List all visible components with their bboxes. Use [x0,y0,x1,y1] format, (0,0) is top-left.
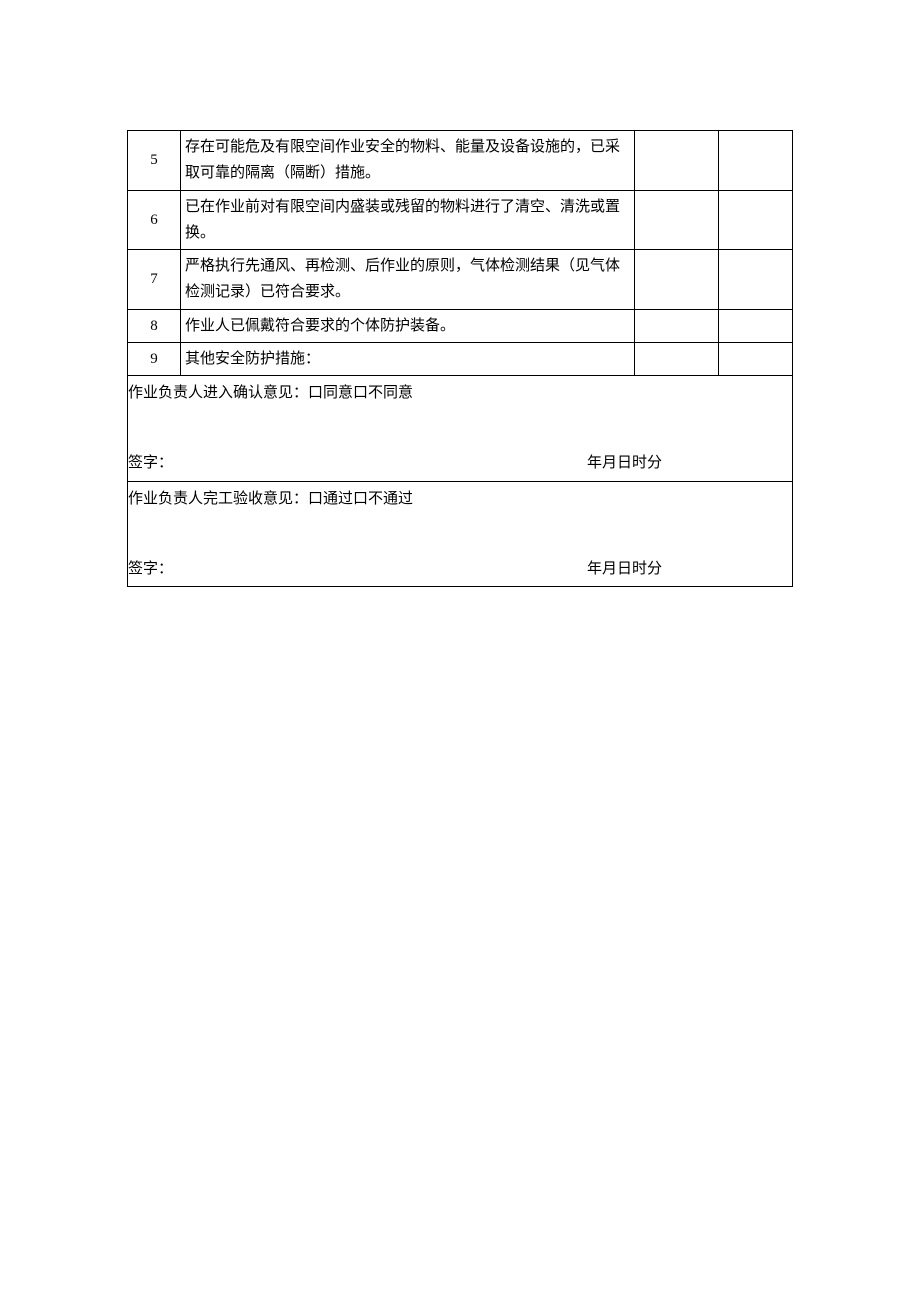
row-check-1 [635,190,719,250]
row-description: 已在作业前对有限空间内盛装或残留的物料进行了清空、清洗或置换。 [181,190,635,250]
row-number: 9 [128,342,181,375]
row-number: 7 [128,250,181,310]
table-row: 9 其他安全防护措施： [128,342,793,375]
row-description: 严格执行先通风、再检测、后作业的原则，气体检测结果（见气体检测记录）已符合要求。 [181,250,635,310]
date-label: 年月日时分 [587,556,662,582]
safety-measures-table: 5 存在可能危及有限空间作业安全的物料、能量及设备设施的，已采取可靠的隔离（隔断… [127,130,793,587]
completion-acceptance-row: 作业负责人完工验收意见：口通过口不通过 签字： 年月日时分 [128,481,793,587]
row-description: 存在可能危及有限空间作业安全的物料、能量及设备设施的，已采取可靠的隔离（隔断）措… [181,131,635,191]
table-row: 6 已在作业前对有限空间内盛装或残留的物料进行了清空、清洗或置换。 [128,190,793,250]
row-description: 作业人已佩戴符合要求的个体防护装备。 [181,309,635,342]
row-description: 其他安全防护措施： [181,342,635,375]
row-check-2 [719,309,793,342]
option-agree: 口同意 [308,385,353,401]
row-check-1 [635,250,719,310]
row-check-1 [635,342,719,375]
table-row: 7 严格执行先通风、再检测、后作业的原则，气体检测结果（见气体检测记录）已符合要… [128,250,793,310]
date-label: 年月日时分 [587,450,662,476]
row-check-2 [719,190,793,250]
row-number: 8 [128,309,181,342]
entry-confirmation-row: 作业负责人进入确认意见：口同意口不同意 签字： 年月日时分 [128,376,793,482]
acceptance-label: 作业负责人完工验收意见： [128,491,308,507]
row-number: 6 [128,190,181,250]
signature-label: 签字： [128,556,173,582]
option-fail: 口不通过 [353,491,413,507]
option-pass: 口通过 [308,491,353,507]
table-row: 5 存在可能危及有限空间作业安全的物料、能量及设备设施的，已采取可靠的隔离（隔断… [128,131,793,191]
row-check-1 [635,131,719,191]
row-check-2 [719,342,793,375]
signature-label: 签字： [128,450,173,476]
table-row: 8 作业人已佩戴符合要求的个体防护装备。 [128,309,793,342]
row-check-2 [719,250,793,310]
row-number: 5 [128,131,181,191]
confirmation-label: 作业负责人进入确认意见： [128,385,308,401]
row-check-1 [635,309,719,342]
option-disagree: 口不同意 [353,385,413,401]
row-check-2 [719,131,793,191]
